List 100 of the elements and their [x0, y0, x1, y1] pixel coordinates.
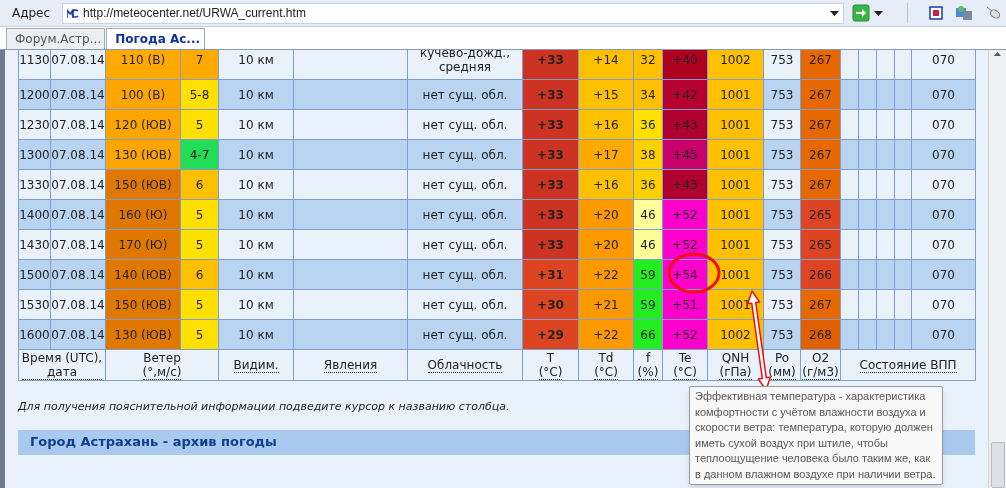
pressure-cell: 1001 [707, 199, 764, 230]
temperature-cell: +30 [522, 289, 579, 320]
scrollbar[interactable] [988, 50, 1006, 488]
browser-tab[interactable]: Погода Ас... [106, 28, 205, 49]
date-cell: 07.08.14 [50, 319, 106, 350]
dew-point-cell: +21 [578, 289, 634, 320]
temperature-cell: +31 [522, 259, 579, 290]
browser-tab[interactable]: Форум.Астр... [6, 28, 105, 49]
temperature-cell: +33 [522, 109, 579, 140]
site-icon [67, 8, 80, 18]
column-header[interactable]: O2 (г/м3) [802, 350, 839, 380]
tooltip: Эффективная температура - характеристика комфортности с учётом влажности воздуха и скорости ветра: температура, которую должен иметь сухой воздух при штиле, чтобы теплоощущение человека было таким же, как в данном влажном воздухе при наличии ветра. [689, 386, 943, 485]
pressure-cell: 1001 [707, 139, 764, 170]
wind-direction-cell: 130 (ЮВ) [105, 319, 181, 350]
time-cell: 1130 [18, 50, 51, 80]
time-cell: 1530 [18, 289, 51, 320]
time-cell: 1400 [18, 199, 51, 230]
address-label: Адрес [11, 5, 52, 22]
wind-direction-cell: 150 (ЮВ) [105, 169, 181, 200]
address-field[interactable]: http://meteocenter.net/URWA_current.htm [62, 2, 845, 24]
visibility-cell: 10 км [218, 319, 294, 350]
date-cell: 07.08.14 [50, 289, 106, 320]
temperature-cell: +29 [522, 319, 579, 350]
wind-direction-cell: 170 (Ю) [105, 229, 181, 260]
clouds-cell: кучево-дожд., средняя [407, 50, 523, 80]
wind-speed-cell: 7 [180, 50, 219, 80]
pressure-cell: 1001 [707, 229, 764, 260]
section-title: Город Астрахань - архив погоды [30, 433, 277, 452]
wind-direction-cell: 110 (В) [105, 50, 181, 80]
scrollbar-thumb[interactable] [990, 442, 1005, 488]
dew-point-cell: +20 [578, 199, 634, 230]
date-cell: 07.08.14 [50, 259, 106, 290]
time-cell: 1430 [18, 229, 51, 260]
clouds-cell: нет сущ. обл. [407, 109, 523, 140]
dew-point-cell: +16 [578, 109, 634, 140]
dew-point-cell: +22 [578, 319, 634, 350]
wind-direction-cell: 140 (ЮВ) [105, 259, 181, 290]
time-cell: 1230 [18, 109, 51, 140]
pressure-mm-cell: 753 [763, 139, 801, 170]
pressure-mm-cell: 753 [763, 259, 801, 290]
visibility-cell: 10 км [218, 229, 294, 260]
clouds-cell: нет сущ. обл. [407, 139, 523, 170]
pressure-mm-cell: 753 [763, 289, 801, 320]
date-cell: 07.08.14 [50, 199, 106, 230]
visibility-cell: 10 км [218, 109, 294, 140]
runway-cell: 070 [911, 319, 976, 350]
runway-cell: 070 [911, 289, 976, 320]
dew-point-cell: +16 [578, 169, 634, 200]
scroll-up-icon[interactable] [994, 52, 1001, 56]
runway-cell: 070 [911, 259, 976, 290]
effective-temperature-cell: +40 [662, 50, 708, 80]
highlight-ellipse [667, 252, 721, 294]
pressure-cell: 1001 [707, 109, 764, 140]
time-cell: 1300 [18, 139, 51, 170]
pressure-mm-cell: 753 [763, 79, 801, 110]
oxygen-cell: 267 [800, 50, 841, 80]
visibility-cell: 10 км [218, 289, 294, 320]
time-cell: 1600 [18, 319, 51, 350]
date-cell: 07.08.14 [50, 50, 106, 80]
wind-direction-cell: 150 (ЮВ) [105, 289, 181, 320]
network-drive-icon[interactable] [955, 5, 973, 21]
dropdown-caret-icon[interactable] [873, 10, 883, 16]
date-cell: 07.08.14 [50, 139, 106, 170]
visibility-cell: 10 км [218, 199, 294, 230]
clouds-cell: нет сущ. обл. [407, 79, 523, 110]
pressure-cell: 1002 [707, 50, 764, 80]
pressure-cell: 1001 [707, 79, 764, 110]
dew-point-cell: +15 [578, 79, 634, 110]
runway-cell: 070 [911, 199, 976, 230]
visibility-cell: 10 км [218, 50, 294, 80]
mouse-icon[interactable] [984, 5, 1002, 21]
date-cell: 07.08.14 [50, 169, 106, 200]
page-icon[interactable] [927, 5, 944, 21]
pressure-cell: 1001 [707, 169, 764, 200]
runway-cell: 070 [911, 169, 976, 200]
runway-cell: 070 [911, 79, 976, 110]
date-cell: 07.08.14 [50, 79, 106, 110]
temperature-cell: +33 [522, 139, 579, 170]
date-cell: 07.08.14 [50, 229, 106, 260]
visibility-cell: 10 км [218, 79, 294, 110]
dew-point-cell: +17 [578, 139, 634, 170]
wind-direction-cell: 120 (ЮВ) [105, 109, 181, 140]
dropdown-caret-icon[interactable] [830, 10, 840, 16]
wind-direction-cell: 160 (Ю) [105, 199, 181, 230]
date-cell: 07.08.14 [50, 109, 106, 140]
temperature-cell: +33 [522, 199, 579, 230]
clouds-cell: нет сущ. обл. [407, 289, 523, 320]
humidity-cell: 32 [633, 50, 663, 80]
pressure-mm-cell: 753 [763, 199, 801, 230]
pressure-mm-cell: 753 [763, 50, 801, 80]
runway-cell: 070 [911, 139, 976, 170]
visibility-cell: 10 км [218, 169, 294, 200]
pressure-mm-cell: 753 [763, 169, 801, 200]
runway-cell: 070 [911, 109, 976, 140]
runway-cell: 070 [911, 229, 976, 260]
visibility-cell: 10 км [218, 139, 294, 170]
pressure-mm-cell: 753 [763, 109, 801, 140]
pressure-mm-cell: 753 [763, 319, 801, 350]
clouds-cell: нет сущ. обл. [407, 169, 523, 200]
wind-direction-cell: 130 (ЮВ) [105, 139, 181, 170]
